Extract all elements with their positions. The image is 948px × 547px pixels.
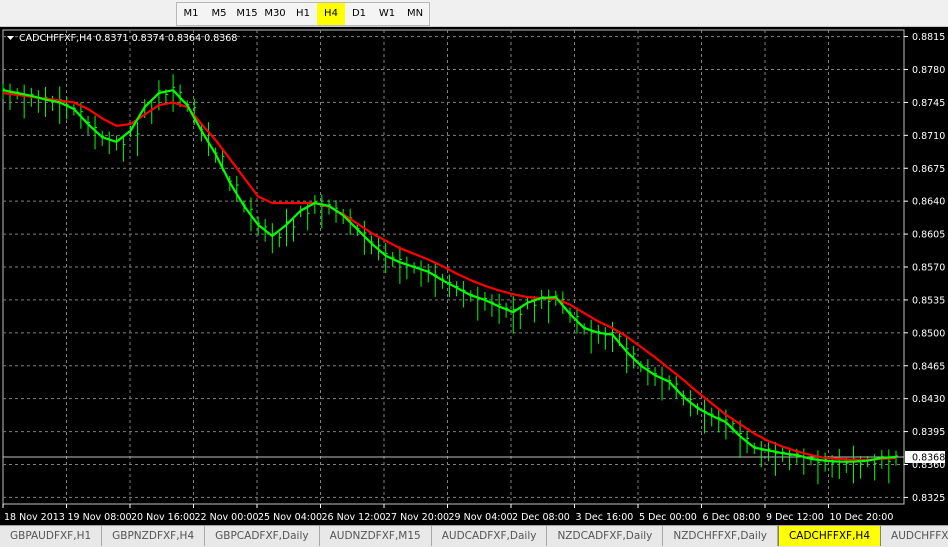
timeframe-m30-button[interactable]: M30 [261, 3, 289, 25]
chart-tab[interactable]: CADCHFFXF,H4 [777, 526, 882, 546]
timeframe-m1-button[interactable]: M1 [177, 3, 205, 25]
y-tick-label: 0.8815 [912, 32, 945, 43]
chart-tabs-bar: GBPAUDFXF,H1 GBPNZDFXF,H4 GBPCADFXF,Daily A… [0, 525, 948, 547]
chart-header: CADCHFFXF,H4 0.8371 0.8374 0.8364 0.8368 [19, 33, 237, 44]
chart-tab[interactable]: AUDCHFFXF,Mo [881, 526, 948, 546]
y-tick-label: 0.8465 [912, 361, 945, 372]
y-tick-label: 0.8395 [912, 427, 945, 438]
x-tick-label: 5 Dec 00:00 [639, 512, 697, 523]
x-tick-label: 26 Nov 12:00 [322, 512, 386, 523]
timeframe-button-group: M1 M5 M15 M30 H1 H4 D1 W1 MN [176, 2, 430, 26]
timeframe-d1-button[interactable]: D1 [345, 3, 373, 25]
x-tick-label: 27 Nov 20:00 [385, 512, 449, 523]
chart-background [0, 27, 948, 525]
y-tick-label: 0.8675 [912, 164, 945, 175]
y-tick-label: 0.8430 [912, 394, 945, 405]
timeframe-mn-button[interactable]: MN [401, 3, 429, 25]
x-tick-label: 9 Dec 12:00 [766, 512, 824, 523]
current-price-label: 0.8368 [912, 452, 945, 463]
x-tick-label: 22 Nov 00:00 [195, 512, 259, 523]
x-tick-label: 18 Nov 2013 [4, 512, 65, 523]
y-tick-label: 0.8535 [912, 295, 945, 306]
y-tick-label: 0.8325 [912, 493, 945, 504]
chart-canvas[interactable]: 0.8815 0.8780 0.8745 0.8710 0.8675 0.8640 0.86… [0, 27, 948, 525]
chart-tab[interactable]: NZDCHFFXF,Daily [663, 526, 778, 546]
chart-tab[interactable]: GBPCADFXF,Daily [205, 526, 320, 546]
timeframe-h1-button[interactable]: H1 [289, 3, 317, 25]
chart-tab[interactable]: GBPAUDFXF,H1 [0, 526, 103, 546]
x-tick-label: 19 Nov 08:00 [68, 512, 132, 523]
y-tick-label: 0.8710 [912, 131, 945, 142]
timeframe-toolbar: M1 M5 M15 M30 H1 H4 D1 W1 MN [0, 0, 948, 27]
y-tick-label: 0.8780 [912, 65, 945, 76]
chart-tab[interactable]: NZDCADFXF,Daily [547, 526, 664, 546]
timeframe-m5-button[interactable]: M5 [205, 3, 233, 25]
y-tick-label: 0.8640 [912, 197, 945, 208]
y-tick-label: 0.8745 [912, 98, 945, 109]
timeframe-w1-button[interactable]: W1 [373, 3, 401, 25]
x-tick-label: 25 Nov 04:00 [258, 512, 322, 523]
y-tick-label: 0.8570 [912, 263, 945, 274]
timeframe-h4-button[interactable]: H4 [317, 3, 345, 25]
y-tick-label: 0.8500 [912, 328, 945, 339]
chart-tab[interactable]: GBPNZDFXF,H4 [102, 526, 206, 546]
chart-tab[interactable]: AUDNZDFXF,M15 [320, 526, 432, 546]
x-tick-label: 20 Nov 16:00 [131, 512, 195, 523]
x-tick-label: 2 Dec 08:00 [512, 512, 570, 523]
x-tick-label: 10 Dec 20:00 [830, 512, 894, 523]
chart-tab[interactable]: AUDCADFXF,Daily [432, 526, 548, 546]
x-tick-label: 29 Nov 04:00 [449, 512, 513, 523]
x-tick-label: 6 Dec 08:00 [703, 512, 761, 523]
timeframe-m15-button[interactable]: M15 [233, 3, 261, 25]
y-tick-label: 0.8605 [912, 230, 945, 241]
x-tick-label: 3 Dec 16:00 [576, 512, 634, 523]
price-chart[interactable]: 0.8815 0.8780 0.8745 0.8710 0.8675 0.8640 0.86… [0, 27, 948, 525]
